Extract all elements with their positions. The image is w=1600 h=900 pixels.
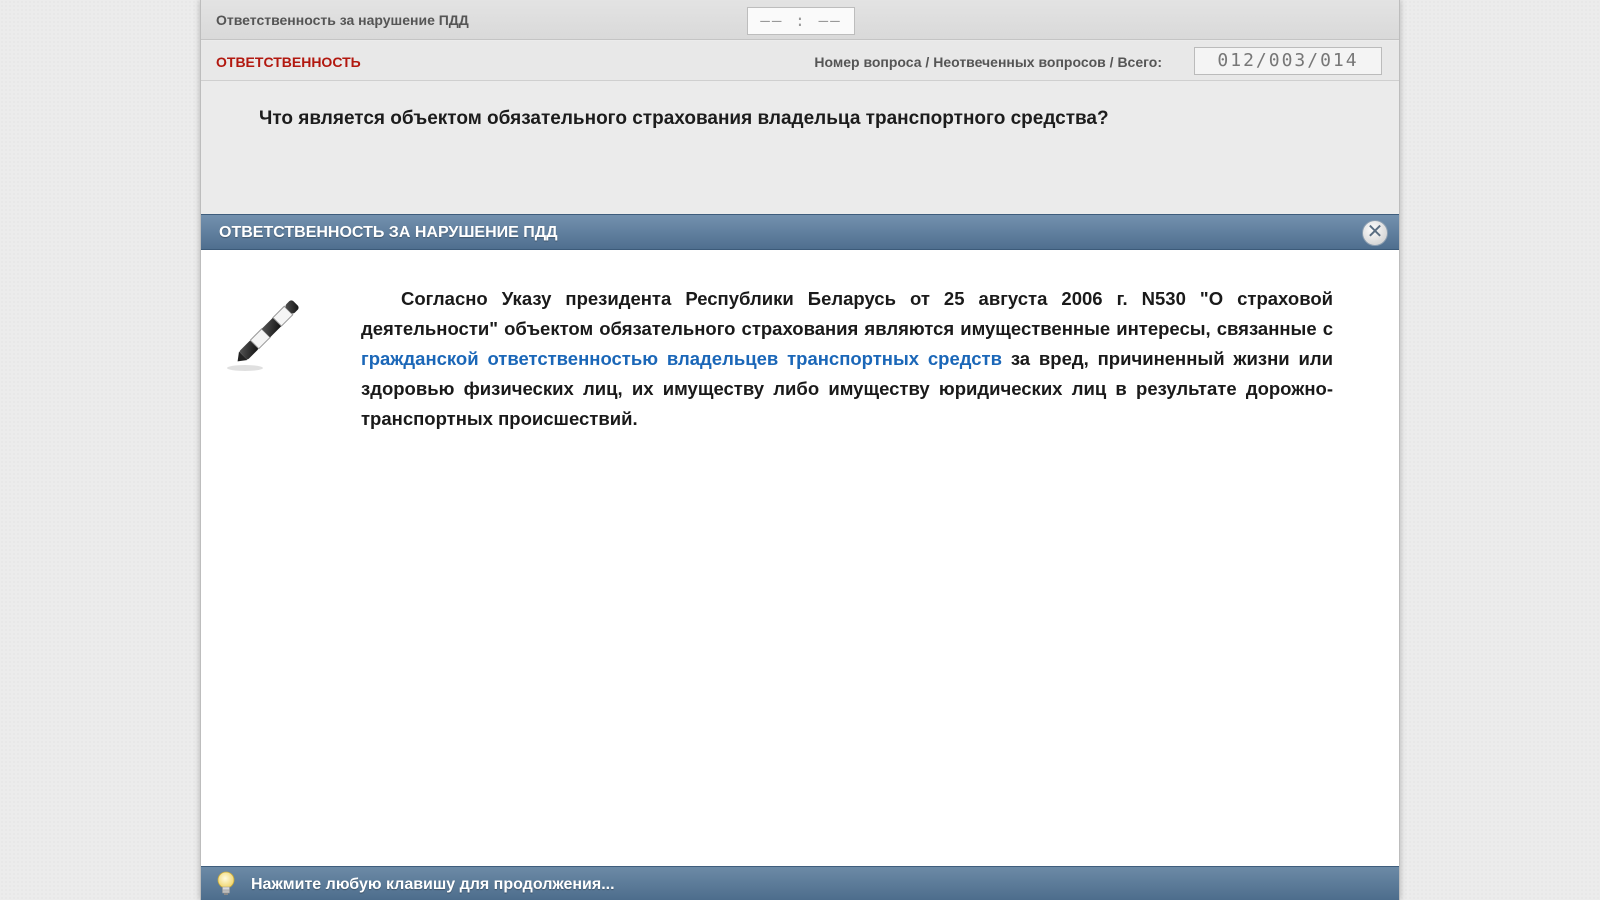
timer-display: —— : —— xyxy=(747,7,855,35)
close-button[interactable]: ✕ xyxy=(1362,220,1388,246)
hint-text: Нажмите любую клавишу для продолжения... xyxy=(251,876,615,893)
exam-window: Ответственность за нарушение ПДД —— : ——… xyxy=(200,0,1400,900)
explanation-panel: ОТВЕТСТВЕННОСТЬ ЗА НАРУШЕНИЕ ПДД ✕ Согла… xyxy=(201,214,1399,900)
hint-bar: Нажмите любую клавишу для продолжения... xyxy=(201,866,1399,900)
question-text: Что является объектом обязательного стра… xyxy=(259,108,1109,129)
question-counter-label: Номер вопроса / Неотвеченных вопросов / … xyxy=(814,54,1162,70)
explanation-panel-title: ОТВЕТСТВЕННОСТЬ ЗА НАРУШЕНИЕ ПДД xyxy=(219,224,558,241)
topic-title: Ответственность за нарушение ПДД xyxy=(216,12,469,28)
question-counter: 012/003/014 xyxy=(1194,47,1382,75)
explanation-link[interactable]: гражданской ответственностью владельцев … xyxy=(361,348,1002,369)
category-label: ОТВЕТСТВЕННОСТЬ xyxy=(216,54,361,70)
explanation-body: Согласно Указу президента Республики Бел… xyxy=(201,250,1399,865)
question-header: ОТВЕТСТВЕННОСТЬ Номер вопроса / Неотвече… xyxy=(201,41,1399,81)
close-icon: ✕ xyxy=(1366,221,1384,243)
explanation-text-start: Согласно Указу президента Республики Бел… xyxy=(361,288,1333,339)
pen-icon xyxy=(227,300,299,371)
lightbulb-icon xyxy=(217,871,235,895)
explanation-text: Согласно Указу президента Республики Бел… xyxy=(361,284,1333,434)
top-bar: Ответственность за нарушение ПДД —— : —— xyxy=(201,0,1399,40)
explanation-panel-header: ОТВЕТСТВЕННОСТЬ ЗА НАРУШЕНИЕ ПДД ✕ xyxy=(201,214,1399,250)
